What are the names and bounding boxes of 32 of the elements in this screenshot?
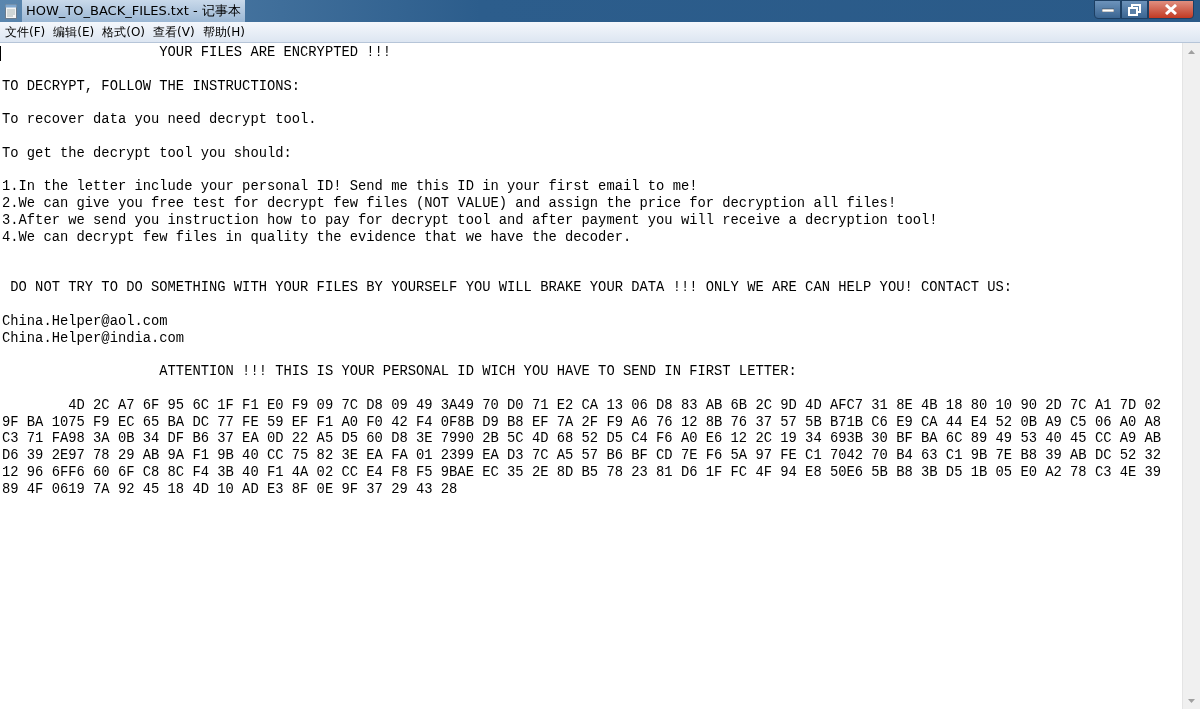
text-line: 1.In the letter include your personal ID! Send me this ID in your first email to me! <box>2 179 698 196</box>
menu-item[interactable]: 编辑(E) <box>50 22 98 42</box>
text-line: 3.After we send you instruction how to pay for decrypt tool and after payment you will receive a decryption tool! <box>2 212 938 230</box>
text-line: DO NOT TRY TO DO SOMETHING WITH YOUR FILES BY YOURSELF YOU WILL BRAKE YOUR DATA !!! ONLY WE ARE CAN HELP YOU! CONTACT US: <box>9 280 1013 297</box>
text-line: C3 71 FA98 3A 0B 34 DF B6 37 EA 0D 22 A5 D5 60 D8 3E 7990 2B 5C 4D 68 52 D5 C4 F6 A0 E6 12 2C 19 34 693B 30 BF BA 6C 89 49 53 40 45 CC A9 AB <box>2 431 1162 449</box>
text-line: China.Helper@aol.com <box>2 313 168 331</box>
close-icon <box>1164 4 1178 15</box>
window-title: HOW_TO_BACK_FILES.txt - 记事本 <box>22 0 245 22</box>
text-line: D6 39 2E97 78 29 AB 9A F1 9B 40 CC 75 82 3E EA FA 01 2399 EA D3 7C A5 57 B6 BF CD 7E F6 5A 97 FE C1 7042 70 B4 63 C1 9B 7E B8 39 AB DC 52 32 <box>2 448 1162 465</box>
text-line: TO DECRYPT, FOLLOW THE INSTRUCTIONS: <box>2 78 301 96</box>
text-cursor <box>0 46 1 61</box>
minimize-icon <box>1101 7 1114 12</box>
text-line: To recover data you need decrypt tool. <box>2 112 317 129</box>
text-line: To get the decrypt tool you should: <box>2 145 292 163</box>
text-line: China.Helper@india.com <box>2 330 185 348</box>
menu-item[interactable]: 帮助(H) <box>199 22 248 42</box>
menu-item[interactable]: 查看(V) <box>150 22 198 42</box>
menu-item[interactable]: 格式(O) <box>99 22 149 42</box>
close-button[interactable] <box>1148 0 1194 19</box>
minimize-button[interactable] <box>1094 0 1121 19</box>
restore-icon <box>1128 3 1141 16</box>
text-line: ATTENTION !!! THIS IS YOUR PERSONAL ID WICH YOU HAVE TO SEND IN FIRST LETTER: <box>158 364 797 381</box>
text-line: 4D 2C A7 6F 95 6C 1F F1 E0 F9 09 7C D8 09 49 3A49 70 D0 71 E2 CA 13 06 D8 83 AB 6B 2C 9D 4D AFC7 31 8E 4B 18 80 10 90 2D 7C A1 7D 02 <box>67 397 1162 415</box>
text-line: 89 4F 0619 7A 92 45 18 4D 10 AD E3 8F 0E 9F 37 29 43 28 <box>2 481 458 499</box>
notepad-icon <box>5 3 17 19</box>
text-line: YOUR FILES ARE ENCRYPTED !!! <box>158 45 392 62</box>
text-line: 9F BA 1075 F9 EC 65 BA DC 77 FE 59 EF F1 A0 F0 42 F4 0F8B D9 B8 EF 7A 2F F9 A6 76 12 8B 76 37 57 5B B71B C6 E9 CA 44 E4 52 0B A9 C5 06 A0 A8 <box>2 414 1162 432</box>
text-line: 4.We can decrypt few files in quality the evidence that we have the decoder. <box>2 229 632 247</box>
text-line: 2.We can give you free test for decrypt few files (NOT VALUE) and assign the price for decryption all files! <box>2 196 897 213</box>
maximize-button[interactable] <box>1121 0 1148 19</box>
menu-item[interactable]: 文件(F) <box>2 22 49 42</box>
text-line: 12 96 6FF6 60 6F C8 8C F4 3B 40 F1 4A 02 CC E4 F8 F5 9BAE EC 35 2E 8D B5 78 23 81 D6 1F FC 4F 94 E8 50E6 5B B8 3B D5 1B 05 E0 A2 78 C3 4E 39 <box>2 464 1162 482</box>
